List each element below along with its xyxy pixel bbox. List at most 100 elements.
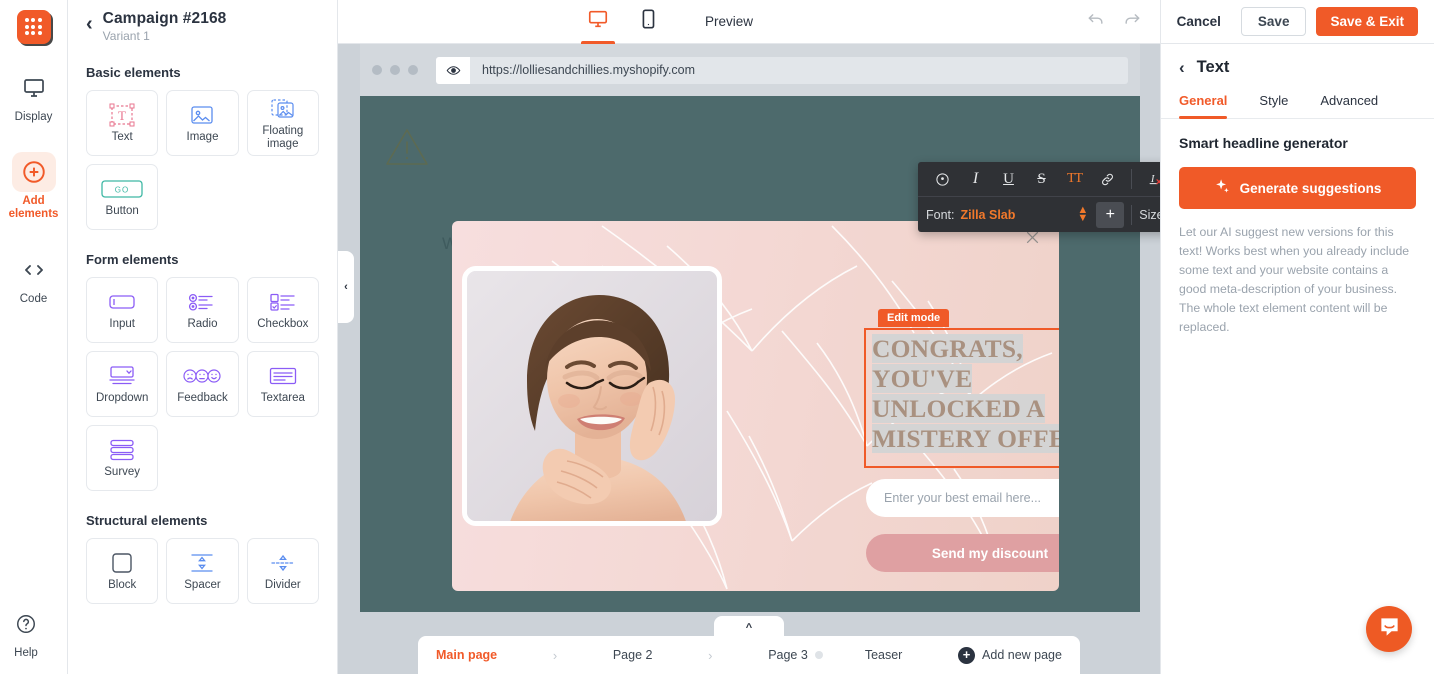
- tab-advanced[interactable]: Advanced: [1320, 87, 1378, 118]
- element-label-line1: Floating: [262, 124, 304, 137]
- device-tabs: [573, 0, 673, 44]
- element-card-text[interactable]: T Text: [86, 90, 159, 156]
- edit-mode-badge: Edit mode: [878, 309, 950, 327]
- sparkle-icon: [1214, 178, 1231, 198]
- element-label: Spacer: [184, 579, 221, 592]
- text-element-icon: T: [109, 102, 135, 128]
- browser-traffic-lights: [372, 65, 418, 75]
- page-tab-3[interactable]: Page 3: [768, 648, 808, 662]
- question-circle-icon: [4, 604, 48, 644]
- dropdown-element-icon: [107, 363, 137, 389]
- header-actions: Cancel Save Save & Exit: [1161, 0, 1434, 44]
- panel-collapse-handle[interactable]: ‹: [338, 251, 354, 323]
- rail-item-label: Code: [19, 292, 48, 305]
- page-tab-teaser[interactable]: Teaser: [865, 648, 903, 662]
- center-area: Preview ‹ https://lolliesandchillies.mys…: [338, 0, 1160, 674]
- url-text: https://lolliesandchillies.myshopify.com: [482, 63, 696, 77]
- code-icon: [12, 250, 56, 290]
- rail-item-code[interactable]: Code: [8, 246, 60, 310]
- divider-element-icon: [268, 550, 298, 576]
- browser-chrome-bar: https://lolliesandchillies.myshopify.com: [360, 44, 1140, 96]
- rail-item-help[interactable]: Help: [0, 600, 52, 664]
- headline-line-1: CONGRATS,: [872, 334, 1023, 363]
- rail-item-display[interactable]: Display: [8, 64, 60, 128]
- section-title-form: Form elements: [86, 252, 179, 267]
- page-status-dot: [814, 651, 823, 659]
- undo-icon[interactable]: [1086, 9, 1106, 34]
- app-logo[interactable]: [16, 10, 51, 44]
- emoji-icon[interactable]: [927, 166, 958, 193]
- block-element-icon: [110, 550, 134, 576]
- close-icon[interactable]: [1024, 229, 1041, 251]
- element-label: Textarea: [260, 392, 305, 405]
- add-new-page-label: Add new page: [982, 648, 1062, 662]
- send-discount-button[interactable]: Send my discount: [866, 534, 1059, 572]
- underline-icon[interactable]: U: [993, 166, 1024, 193]
- redo-icon[interactable]: [1122, 9, 1142, 34]
- clear-formatting-icon[interactable]: I: [1140, 166, 1160, 193]
- element-card-radio[interactable]: Radio: [166, 277, 239, 343]
- element-card-button[interactable]: GO Button: [86, 164, 159, 230]
- generate-suggestions-button[interactable]: Generate suggestions: [1179, 167, 1416, 209]
- link-icon[interactable]: [1092, 166, 1123, 193]
- element-card-feedback[interactable]: Feedback: [166, 351, 239, 417]
- form-elements-grid: Input Radio Checkbox Dropdown Feedback T…: [86, 277, 319, 491]
- chevron-right-icon: ›: [552, 647, 558, 663]
- canvas-area: ‹ https://lolliesandchillies.myshopify.c…: [338, 44, 1160, 674]
- email-input[interactable]: Enter your best email here...: [866, 479, 1059, 517]
- element-card-spacer[interactable]: Spacer: [166, 538, 239, 604]
- element-label: Feedback: [177, 392, 228, 405]
- element-card-image[interactable]: Image: [166, 90, 239, 156]
- rail-label-line2: elements: [8, 208, 59, 221]
- page-tab-main[interactable]: Main page: [436, 648, 497, 662]
- tab-mobile[interactable]: [623, 0, 673, 44]
- element-label: Input: [109, 318, 135, 331]
- element-card-input[interactable]: Input: [86, 277, 159, 343]
- toolbar-row-2: Font: Zilla Slab ▲▼ + Size: 36px ▲▼ Line…: [918, 197, 1160, 232]
- strikethrough-icon[interactable]: S: [1026, 166, 1057, 193]
- element-card-floating-image[interactable]: Floating image: [246, 90, 319, 156]
- rail-label-line1: Add: [22, 195, 45, 208]
- headline-line-3: UNLOCKED A: [872, 394, 1045, 424]
- rail-item-label: Help: [14, 646, 38, 659]
- structural-elements-grid: Block Spacer Divider: [86, 538, 319, 604]
- add-font-button[interactable]: +: [1096, 201, 1125, 228]
- campaign-title: Campaign #2168: [102, 10, 227, 27]
- top-toolbar: Preview: [338, 0, 1160, 44]
- undo-redo-group: [1086, 9, 1160, 34]
- element-card-dropdown[interactable]: Dropdown: [86, 351, 159, 417]
- font-value[interactable]: Zilla Slab: [961, 208, 1016, 222]
- campaign-back-button[interactable]: ‹: [86, 14, 93, 34]
- cancel-button[interactable]: Cancel: [1167, 8, 1231, 35]
- button-element-icon: GO: [101, 176, 143, 202]
- element-card-textarea[interactable]: Textarea: [246, 351, 319, 417]
- save-and-exit-button[interactable]: Save & Exit: [1316, 7, 1418, 36]
- tab-desktop[interactable]: [573, 0, 623, 44]
- element-card-survey[interactable]: Survey: [86, 425, 159, 491]
- element-card-checkbox[interactable]: Checkbox: [246, 277, 319, 343]
- textarea-element-icon: [268, 363, 298, 389]
- tab-style[interactable]: Style: [1259, 87, 1288, 118]
- element-label: Text: [111, 131, 133, 144]
- generator-description: Let our AI suggest new versions for this…: [1179, 225, 1410, 335]
- model-photo: [467, 271, 717, 521]
- page-nav-toggle[interactable]: ^: [714, 616, 784, 640]
- browser-url-bar[interactable]: https://lolliesandchillies.myshopify.com: [436, 56, 1128, 84]
- italic-icon[interactable]: I: [960, 166, 991, 193]
- element-card-divider[interactable]: Divider: [246, 538, 319, 604]
- save-button[interactable]: Save: [1240, 7, 1307, 36]
- rail-item-add-elements[interactable]: Add elements: [8, 148, 60, 225]
- eye-icon[interactable]: [436, 56, 470, 84]
- intercom-chat-button[interactable]: [1366, 606, 1412, 652]
- selected-text-element[interactable]: Edit mode CONGRATS, YOU'VE UNLOCKED A MI…: [864, 309, 1059, 468]
- right-panel-back-button[interactable]: ‹: [1179, 59, 1185, 76]
- add-new-page-button[interactable]: + Add new page: [958, 646, 1062, 664]
- tab-general[interactable]: General: [1179, 87, 1228, 119]
- uppercase-icon[interactable]: TT: [1059, 166, 1090, 193]
- toolbar-divider: [1131, 169, 1132, 189]
- input-element-icon: [108, 289, 136, 315]
- element-card-block[interactable]: Block: [86, 538, 159, 604]
- intercom-chat-icon: [1378, 615, 1401, 643]
- font-stepper[interactable]: ▲ ▼: [1077, 205, 1088, 223]
- page-tab-2[interactable]: Page 2: [613, 648, 653, 662]
